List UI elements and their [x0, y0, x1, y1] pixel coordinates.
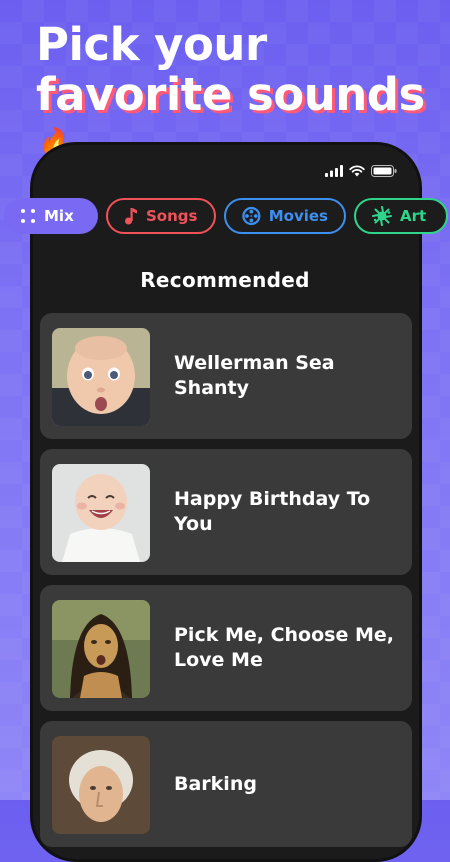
sound-title: Wellerman Sea Shanty	[174, 352, 335, 399]
sound-card[interactable]: Wellerman Sea Shanty	[40, 313, 412, 439]
sound-title: Happy Birthday To You	[174, 488, 371, 535]
wifi-icon	[349, 165, 365, 177]
section-title: Recommended	[140, 268, 310, 292]
george-washington-thumbnail	[52, 736, 150, 834]
sound-card[interactable]: Happy Birthday To You	[40, 449, 412, 575]
tab-songs[interactable]: Songs	[106, 198, 216, 234]
tab-art[interactable]: Art	[354, 198, 448, 234]
tab-mix[interactable]: Mix	[4, 198, 98, 234]
signal-icon	[325, 165, 343, 177]
sound-title: Barking	[174, 772, 257, 795]
tab-songs-label: Songs	[146, 207, 198, 225]
baby-laughing-thumbnail	[52, 464, 150, 562]
headline-line-1: Pick your	[36, 18, 267, 71]
status-bar	[325, 165, 397, 177]
headline-line-2-text: favorite sounds	[36, 68, 425, 121]
tab-art-label: Art	[400, 207, 427, 225]
film-reel-icon	[242, 206, 261, 226]
sound-card[interactable]: Barking	[40, 721, 412, 847]
baby-surprised-thumbnail	[52, 328, 150, 426]
music-note-icon	[125, 208, 137, 225]
battery-icon	[371, 165, 397, 177]
paint-splash-icon	[372, 206, 392, 226]
tab-mix-label: Mix	[44, 207, 74, 225]
tab-movies-label: Movies	[268, 207, 328, 225]
category-tabs: Mix Songs Movies Art	[0, 198, 450, 236]
sound-card[interactable]: Pick Me, Choose Me, Love Me	[40, 585, 412, 711]
tab-movies[interactable]: Movies	[224, 198, 346, 234]
sound-title: Pick Me, Choose Me, Love Me	[174, 624, 394, 671]
mona-lisa-thumbnail	[52, 600, 150, 698]
dots-grid-icon	[21, 209, 35, 223]
